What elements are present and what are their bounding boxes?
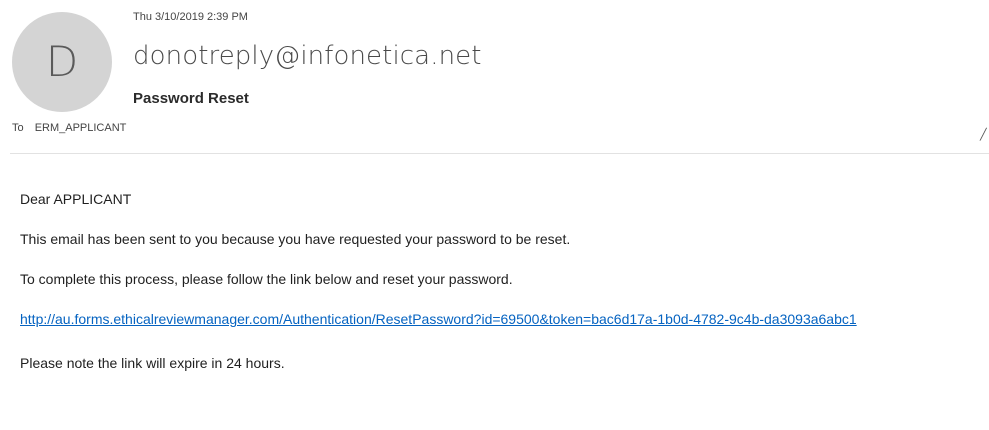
header-divider bbox=[10, 153, 989, 154]
to-recipient[interactable]: ERM_APPLICANT bbox=[35, 122, 127, 134]
sender-address[interactable]: donotreply@infonetica.net bbox=[133, 41, 482, 71]
body-line-2: To complete this process, please follow … bbox=[20, 271, 513, 287]
message-body: Dear APPLICANT This email has been sent … bbox=[20, 190, 970, 394]
to-label: To bbox=[12, 122, 24, 134]
sender-avatar[interactable]: D bbox=[12, 12, 112, 112]
reset-link-paragraph: http://au.forms.ethicalreviewmanager.com… bbox=[20, 310, 970, 328]
sent-date: Thu 3/10/2019 2:39 PM bbox=[133, 11, 248, 23]
body-line-3: Please note the link will expire in 24 h… bbox=[20, 355, 285, 371]
message-subject: Password Reset bbox=[133, 90, 249, 107]
greeting: Dear APPLICANT bbox=[20, 191, 132, 207]
avatar-letter: D bbox=[45, 37, 79, 86]
reset-password-link[interactable]: http://au.forms.ethicalreviewmanager.com… bbox=[20, 311, 857, 327]
to-line: To ERM_APPLICANT bbox=[12, 122, 126, 134]
message-header: D Thu 3/10/2019 2:39 PM donotreply@infon… bbox=[0, 0, 989, 150]
body-line-1: This email has been sent to you because … bbox=[20, 231, 571, 247]
expand-header-icon[interactable]: ╱ bbox=[980, 130, 987, 141]
